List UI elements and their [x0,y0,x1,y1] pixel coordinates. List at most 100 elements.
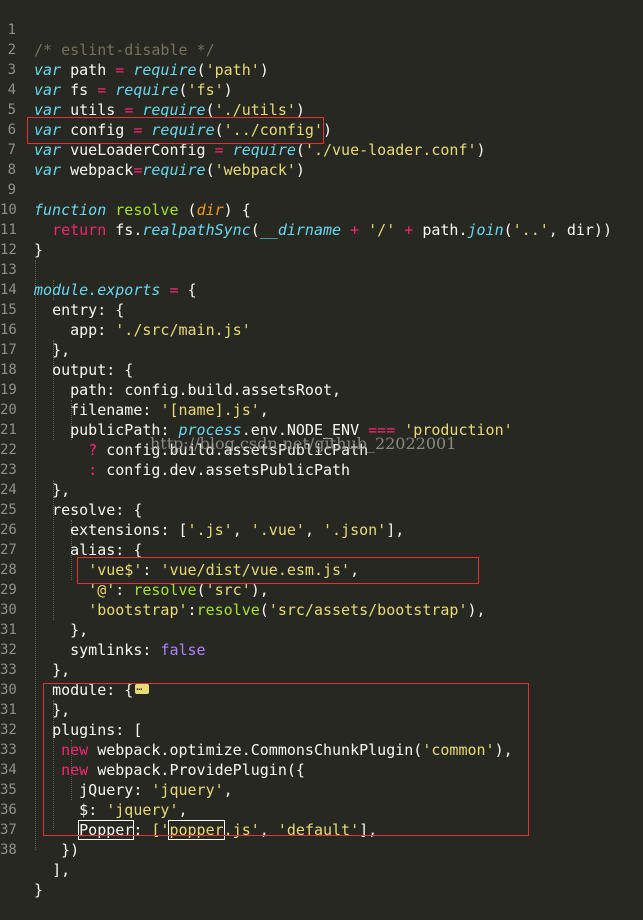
identifier-module: module [34,281,89,299]
punct: ) [476,141,486,159]
punct: : [142,641,152,659]
code-line[interactable]: 38 ], [0,820,70,879]
code-line[interactable]: 34 jQuery: 'jquery', [0,740,233,799]
keyword-var: var [34,61,62,79]
code-line[interactable]: 30 }, [0,580,88,639]
code-line[interactable]: 25 extensions: ['.js', '.vue', '.json'], [0,480,404,539]
key: output [52,361,107,379]
code-line[interactable]: 30 }, [0,660,70,719]
code-line[interactable]: 15 app: './src/main.js' [0,280,251,339]
punct: ( [205,161,215,179]
method: join [467,221,504,239]
code-line[interactable]: 5 var config = require('../config') [0,80,332,139]
code-line[interactable]: 28 '@': resolve('src'), [0,540,269,599]
punct: ) [323,121,333,139]
code-line[interactable]: 18 path: config.build.assetsRoot, [0,340,341,399]
punct: ( [503,221,513,239]
string: 'webpack' [214,161,296,179]
string: '..' [512,221,549,239]
code-line[interactable]: 13 module.exports = { [0,240,197,299]
code-line[interactable]: 22 : config.dev.assetsPublicPath [0,420,350,479]
punct: , [232,521,242,539]
operator: + [350,221,360,239]
code-line[interactable]: 29 'bootstrap':resolve('src/assets/boots… [0,560,486,619]
operator: + [404,221,414,239]
code-line[interactable]: 31 plugins: [ [0,680,142,739]
string: './vue-loader.conf' [304,141,477,159]
code-line[interactable]: 1 /* eslint-disable */ [0,0,215,59]
string: './src/main.js' [115,321,251,339]
punct: ( [259,601,269,619]
punct: ) [223,201,233,219]
code-line[interactable]: 37 }) [0,800,79,859]
punct: ], [386,521,405,539]
key: app [70,321,98,339]
punct: { [187,281,197,299]
identifier-exports: .exports [88,281,161,299]
identifier: fs [70,81,89,99]
code-line[interactable]: 21 ? config.build.assetsPublicPath [0,400,368,459]
code-line[interactable]: 10 return fs.realpathSync(__dirname + '/… [0,180,612,239]
string: '.json' [323,521,387,539]
code-line[interactable]: 36 Popper: ['popper.js', 'default'], [0,780,377,840]
punct: ), [467,601,486,619]
function-call: resolve [196,601,260,619]
punct: ) [223,81,233,99]
key: publicPath [70,421,161,439]
key: resolve [52,501,116,519]
code-line[interactable]: 26 alias: { [0,500,142,559]
string: '.js' [187,521,233,539]
key: entry [52,301,98,319]
identifier: config.build.assetsRoot, [124,381,342,399]
code-line[interactable]: 31 symlinks: false [0,600,206,659]
code-line[interactable]: 19 filename: '[name].js', [0,360,269,419]
code-editor[interactable]: 1 /* eslint-disable */ 2 var path = requ… [0,0,643,899]
operator: = [115,61,125,79]
punct: { [241,201,251,219]
code-line[interactable]: 14 entry: { [0,260,124,319]
punct: }) [61,841,80,859]
code-line[interactable]: 20 publicPath: process.env.NODE_ENV === … [0,380,513,439]
code-line[interactable]: 12 [0,220,36,258]
punct: : [97,321,107,339]
string: 'fs' [187,81,224,99]
identifier: webpack [70,161,134,179]
string: 'src/assets/bootstrap' [268,601,468,619]
punct: : [142,401,152,419]
global-var: __dirname [259,221,342,239]
code-line[interactable]: 33 module: { [0,640,150,699]
key: filename [70,401,143,419]
code-line[interactable]: 35 $: 'jquery', [0,760,188,819]
operator: ? [88,441,98,459]
code-line[interactable]: 3 var fs = require('fs') [0,40,233,99]
operator: = [97,81,107,99]
code-line[interactable]: 32 new webpack.optimize.CommonsChunkPlug… [0,700,513,759]
code-line[interactable]: 9 function resolve (dir) { [0,160,251,219]
code-line[interactable]: 24 resolve: { [0,460,142,519]
key: extensions [70,521,161,539]
method: realpathSync [142,221,251,239]
code-line[interactable]: 11 } [0,200,43,259]
punct: ( [250,221,260,239]
key: symlinks [70,641,143,659]
code-line[interactable]: 33 new webpack.ProvidePlugin({ [0,720,305,779]
code-line[interactable]: 2 var path = require('path') [0,20,269,79]
code-line[interactable]: 16 }, [0,300,70,359]
punct: : { [115,501,143,519]
code-line[interactable]: 27 'vue$': 'vue/dist/vue.esm.js', [0,520,359,579]
code-line[interactable]: 23 }, [0,440,70,499]
code-line[interactable]: 17 output: { [0,320,133,379]
punct: ( [187,201,197,219]
punct: ( [196,61,206,79]
code-line[interactable]: 4 var utils = require('./utils') [0,60,305,119]
keyword-var: var [34,81,62,99]
keyword-return: return [52,221,107,239]
punct: : { [106,361,134,379]
punct: : [ [160,521,188,539]
code-line[interactable]: } [0,840,43,899]
code-line[interactable]: 32 }, [0,620,70,679]
require-call: require [142,161,206,179]
punct: ) [295,161,305,179]
param: dir [196,201,224,219]
punct: ) [259,61,269,79]
